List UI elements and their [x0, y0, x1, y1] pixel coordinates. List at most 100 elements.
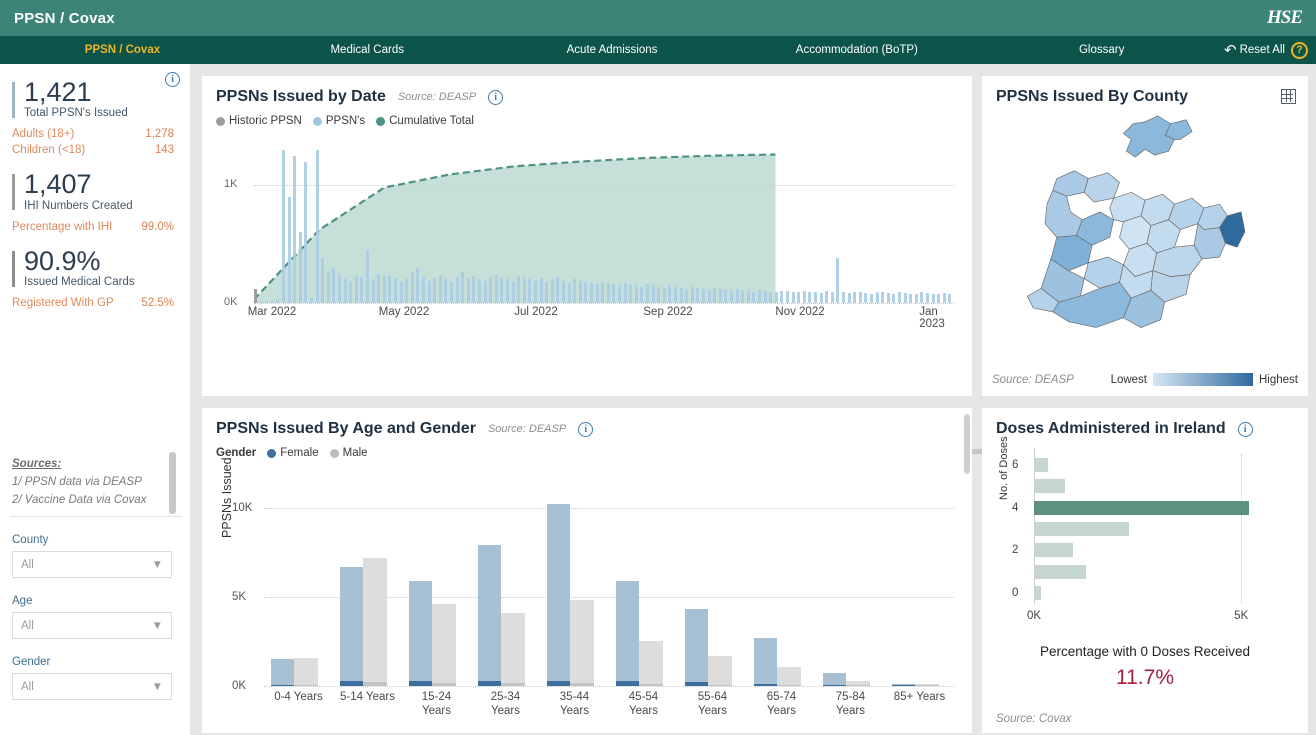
timeseries-bar[interactable]	[595, 284, 599, 303]
timeseries-bar[interactable]	[886, 293, 890, 303]
timeseries-bar[interactable]	[674, 286, 678, 303]
bar-female[interactable]	[615, 580, 640, 686]
doses-bar[interactable]	[1034, 564, 1086, 579]
timeseries-bar[interactable]	[690, 286, 694, 303]
timeseries-bar[interactable]	[360, 277, 364, 303]
timeseries-bar[interactable]	[612, 284, 616, 303]
info-icon[interactable]: i	[578, 421, 594, 437]
timeseries-bar[interactable]	[707, 290, 711, 303]
timeseries-bar[interactable]	[321, 258, 325, 303]
timeseries-bar[interactable]	[427, 280, 431, 303]
filter-gender-select[interactable]: All ▼	[12, 673, 172, 700]
timeseries-plot-area[interactable]: 0K 1K	[224, 138, 954, 308]
timeseries-bar[interactable]	[634, 285, 638, 303]
timeseries-bar[interactable]	[769, 291, 773, 303]
timeseries-bar[interactable]	[797, 292, 801, 303]
legend-item-male[interactable]: Male	[329, 447, 368, 459]
timeseries-bar[interactable]	[651, 285, 655, 303]
timeseries-bar[interactable]	[696, 287, 700, 303]
doses-plot-area[interactable]: 0K 5K 0 2 4 6	[1012, 448, 1266, 622]
timeseries-bar[interactable]	[802, 291, 806, 303]
bar-male[interactable]	[363, 557, 387, 686]
timeseries-bar[interactable]	[780, 290, 784, 303]
tab-medical-cards[interactable]: Medical Cards	[245, 36, 490, 64]
ireland-choropleth-map[interactable]	[982, 110, 1308, 355]
timeseries-bar[interactable]	[623, 283, 627, 303]
timeseries-bar[interactable]	[914, 294, 918, 303]
timeseries-bar[interactable]	[298, 232, 302, 303]
timeseries-bar[interactable]	[864, 293, 868, 303]
timeseries-bar[interactable]	[410, 272, 414, 303]
timeseries-bar[interactable]	[332, 267, 336, 303]
timeseries-bar[interactable]	[752, 291, 756, 303]
map-svg[interactable]	[982, 110, 1308, 355]
timeseries-bar[interactable]	[405, 279, 409, 303]
timeseries-bar[interactable]	[847, 293, 851, 303]
timeseries-bar[interactable]	[892, 293, 896, 303]
timeseries-bar[interactable]	[853, 291, 857, 303]
timeseries-bar[interactable]	[825, 291, 829, 303]
bar-female[interactable]	[891, 683, 916, 686]
timeseries-bar[interactable]	[522, 277, 526, 303]
timeseries-bar[interactable]	[584, 281, 588, 303]
timeseries-bar[interactable]	[265, 301, 269, 303]
timeseries-bar[interactable]	[842, 292, 846, 303]
tab-accommodation-botp[interactable]: Accommodation (BoTP)	[734, 36, 979, 64]
timeseries-bar[interactable]	[713, 287, 717, 303]
timeseries-bar[interactable]	[870, 293, 874, 303]
doses-bar[interactable]	[1034, 500, 1250, 515]
legend-item-ppsns[interactable]: PPSN's	[312, 115, 365, 127]
timeseries-bar[interactable]	[881, 292, 885, 303]
bar-female[interactable]	[822, 672, 847, 686]
filter-age-select[interactable]: All ▼	[12, 612, 172, 639]
bar-female[interactable]	[684, 609, 709, 686]
timeseries-bar[interactable]	[494, 274, 498, 303]
timeseries-bar[interactable]	[590, 283, 594, 303]
timeseries-bar[interactable]	[483, 280, 487, 303]
timeseries-bar[interactable]	[746, 291, 750, 303]
timeseries-bar[interactable]	[416, 267, 420, 303]
timeseries-bar[interactable]	[394, 278, 398, 303]
sidebar-scrollbar[interactable]	[169, 452, 176, 514]
timeseries-bar[interactable]	[489, 277, 493, 303]
timeseries-bar[interactable]	[399, 281, 403, 303]
bar-male[interactable]	[501, 612, 525, 686]
timeseries-bar[interactable]	[668, 285, 672, 303]
timeseries-bar[interactable]	[898, 292, 902, 303]
table-view-icon[interactable]	[1281, 89, 1296, 104]
legend-item-historic-ppsn[interactable]: Historic PPSN	[216, 115, 302, 127]
timeseries-bar[interactable]	[511, 281, 515, 303]
bar-male[interactable]	[294, 658, 318, 686]
timeseries-bar[interactable]	[718, 288, 722, 303]
timeseries-bar[interactable]	[724, 290, 728, 303]
timeseries-bar[interactable]	[808, 291, 812, 303]
tab-acute-admissions[interactable]: Acute Admissions	[490, 36, 735, 64]
timeseries-bar[interactable]	[450, 281, 454, 303]
timeseries-bar[interactable]	[679, 287, 683, 303]
timeseries-bar[interactable]	[786, 291, 790, 303]
doses-bar[interactable]	[1034, 543, 1074, 558]
bar-male[interactable]	[846, 681, 870, 686]
legend-item-cumulative-total[interactable]: Cumulative Total	[376, 115, 474, 127]
timeseries-bar[interactable]	[931, 293, 935, 303]
timeseries-bar[interactable]	[293, 155, 297, 303]
bar-female[interactable]	[753, 637, 778, 686]
timeseries-bar[interactable]	[438, 274, 442, 303]
timeseries-bar[interactable]	[567, 283, 571, 303]
timeseries-bar[interactable]	[646, 284, 650, 303]
timeseries-bar[interactable]	[763, 291, 767, 303]
timeseries-bar[interactable]	[948, 293, 952, 303]
timeseries-bar[interactable]	[903, 293, 907, 303]
timeseries-bar[interactable]	[304, 161, 308, 303]
timeseries-bar[interactable]	[478, 279, 482, 303]
timeseries-bar[interactable]	[382, 275, 386, 303]
timeseries-bar[interactable]	[550, 279, 554, 303]
bar-female[interactable]	[408, 580, 433, 686]
timeseries-bar[interactable]	[937, 294, 941, 303]
timeseries-bar[interactable]	[875, 291, 879, 303]
timeseries-bar[interactable]	[819, 293, 823, 303]
timeseries-bar[interactable]	[685, 288, 689, 303]
bar-female[interactable]	[477, 545, 502, 686]
timeseries-bar[interactable]	[920, 292, 924, 303]
doses-bar[interactable]	[1034, 522, 1130, 536]
